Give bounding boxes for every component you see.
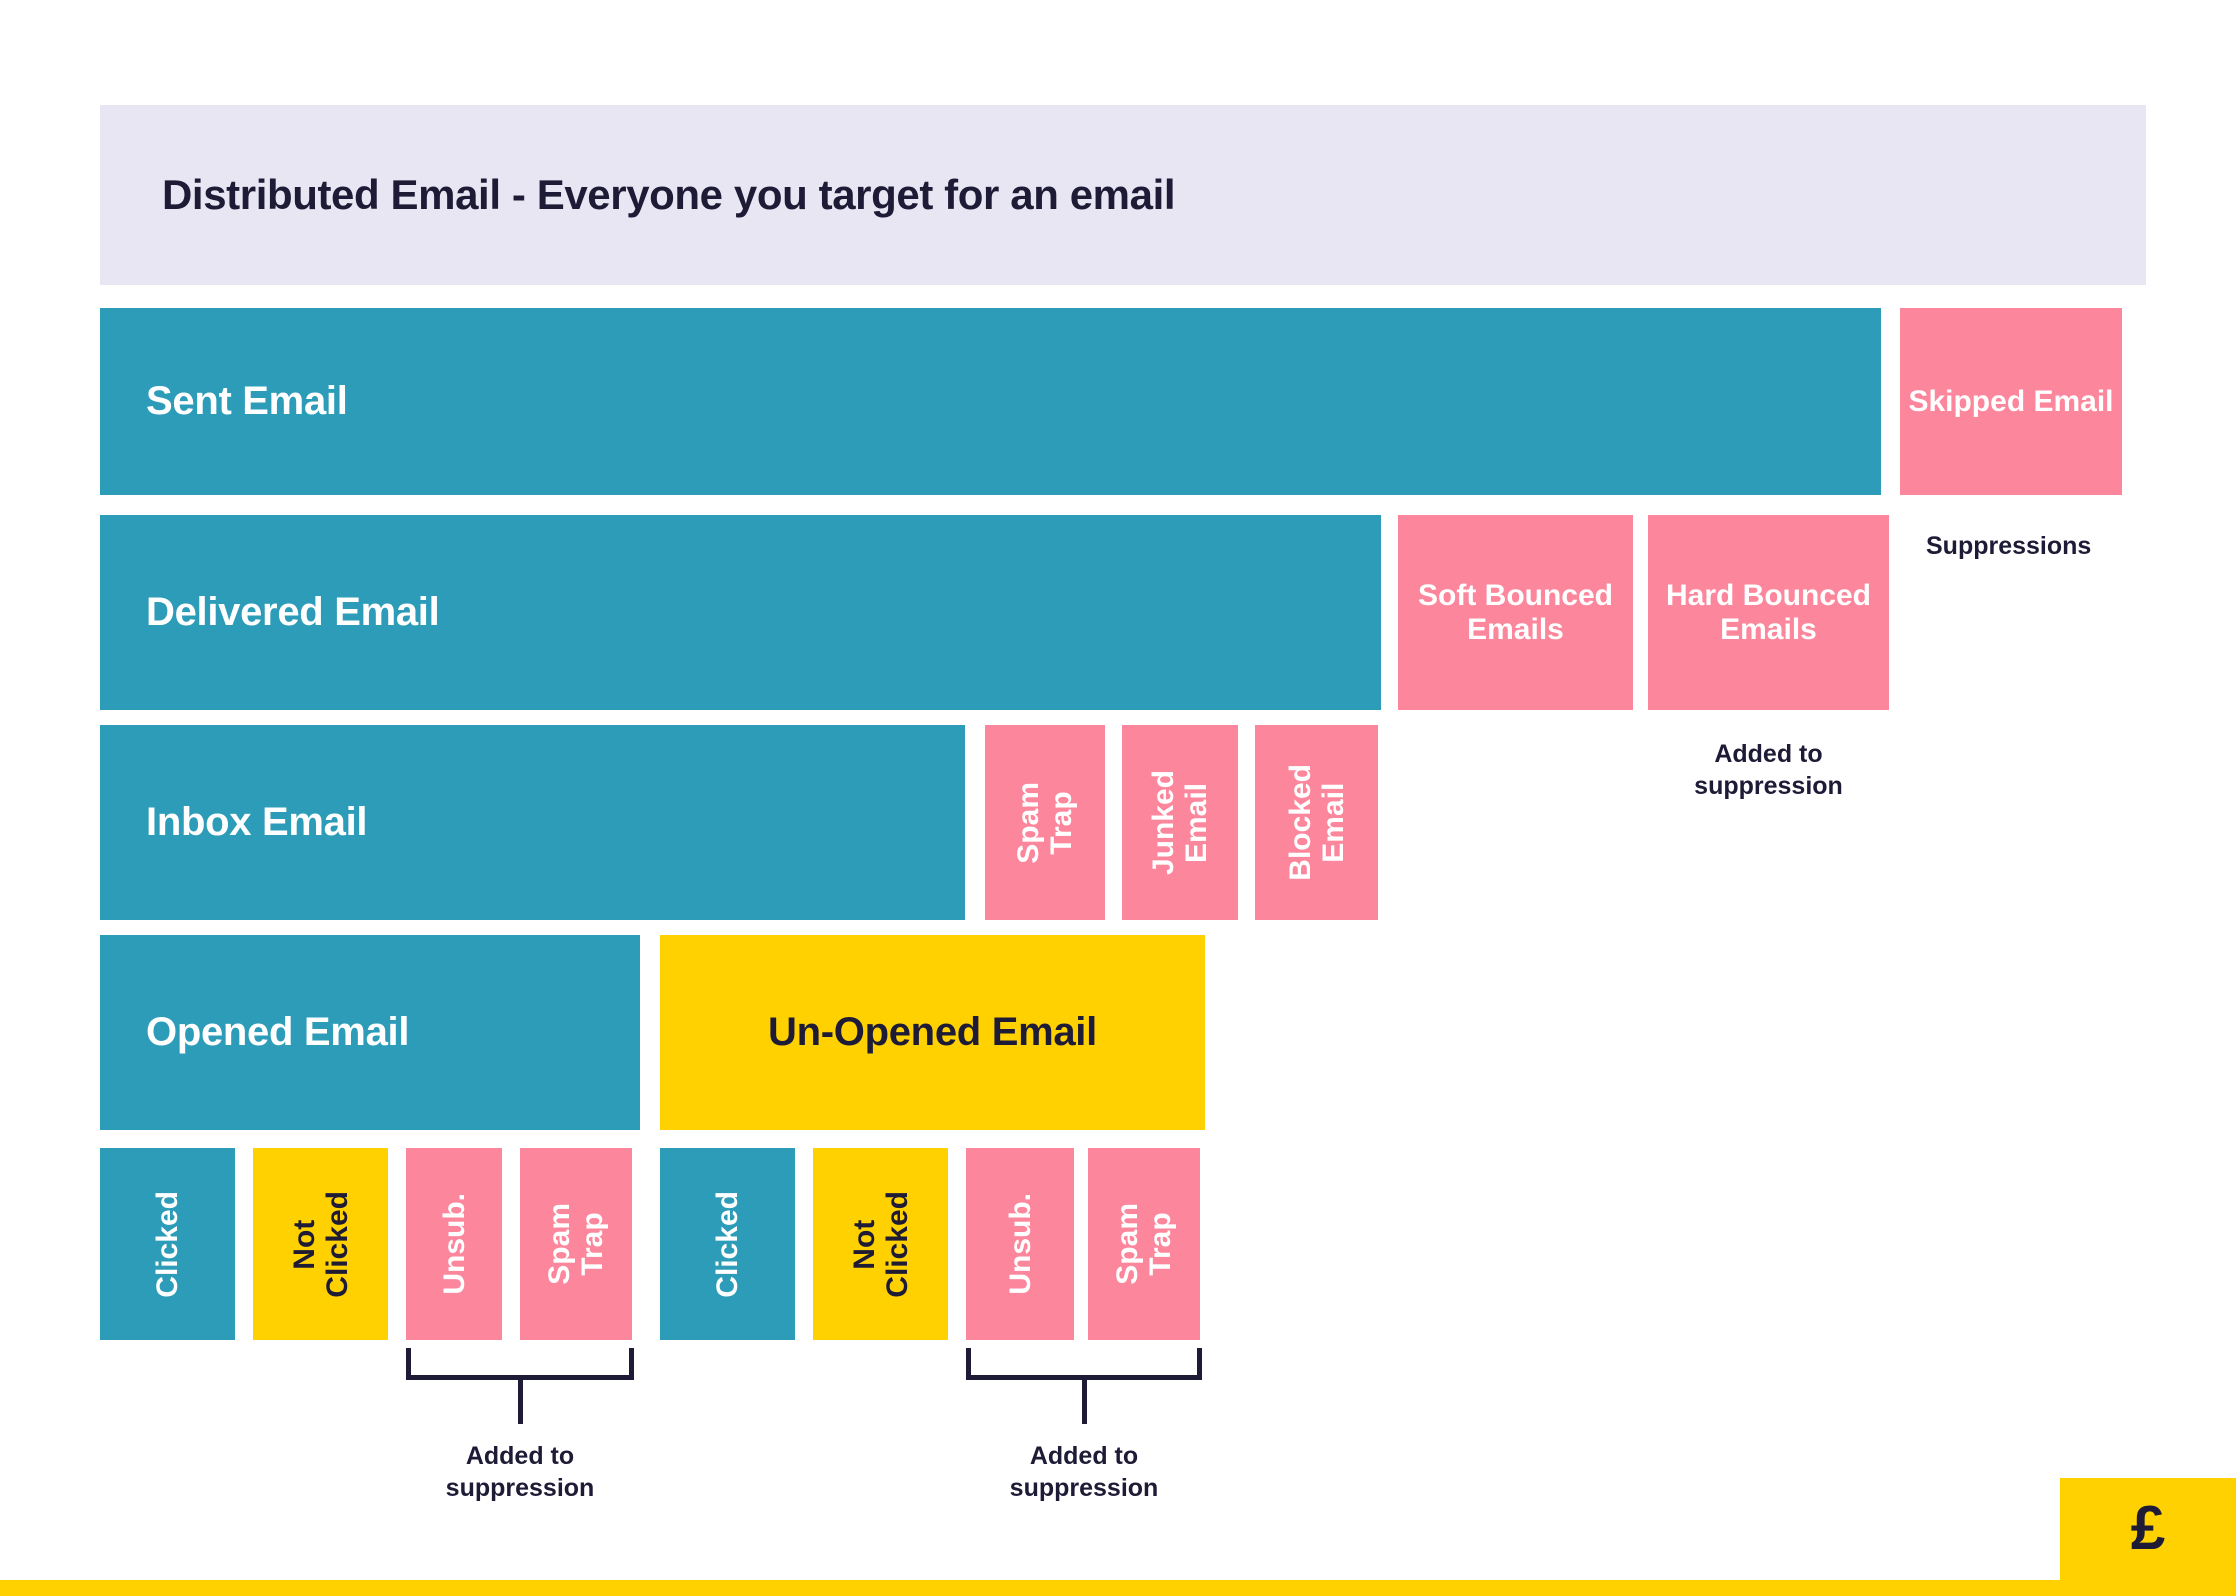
caption-added-to-suppression-unopened: Added to suppression [1009,1442,1159,1502]
funnel-block-un-opened-email: Un-Opened Email [660,935,1205,1130]
footer-accent-strip [0,1580,2236,1596]
funnel-block-label: Spam Trap [1111,1203,1177,1285]
funnel-block-label: Spam Trap [543,1203,609,1285]
brand-logo: £ [2060,1478,2236,1580]
funnel-block-label: Junked Email [1147,769,1213,876]
email-funnel-diagram: Distributed Email - Everyone you target … [0,0,2236,1596]
funnel-block-spam-trap-inbox: Spam Trap [985,725,1105,920]
funnel-block-blocked-email: Blocked Email [1255,725,1378,920]
caption-added-to-suppression-bounces: Added to suppression [1694,740,1843,800]
funnel-block-label: Unsub. [437,1193,471,1295]
funnel-block-label: Hard Bounced Emails [1665,578,1872,646]
funnel-block-label: Clicked [151,1190,184,1298]
funnel-block-label: Sent Email [146,379,348,423]
funnel-block-delivered-email: Delivered Email [100,515,1381,710]
funnel-block-unsub-opened: Unsub. [406,1148,502,1340]
funnel-block-label: Not Clicked [287,1190,354,1298]
funnel-block-unsub-unopened: Unsub. [966,1148,1074,1340]
funnel-block-label: Spam Trap [1012,781,1078,864]
page-title: Distributed Email - Everyone you target … [162,171,1176,218]
funnel-block-label: Not Clicked [847,1190,914,1298]
funnel-block-spam-trap-unopened: Spam Trap [1088,1148,1200,1340]
funnel-block-label: Soft Bounced Emails [1418,578,1613,646]
funnel-block-label: Clicked [711,1190,744,1298]
funnel-block-skipped-email: Skipped Email [1900,308,2122,495]
caption-suppressions: Suppressions [1926,532,2092,560]
funnel-block-clicked-unopened: Clicked [660,1148,795,1340]
funnel-block-junked-email: Junked Email [1122,725,1238,920]
funnel-block-label: Blocked Email [1283,764,1350,881]
funnel-block-label: Unsub. [1003,1193,1037,1295]
caption-added-to-suppression-opened: Added to suppression [445,1442,595,1502]
funnel-block-hard-bounced-emails: Hard Bounced Emails [1648,515,1889,710]
pound-sterling-icon: £ [2130,1494,2166,1563]
funnel-block-label: Inbox Email [146,800,368,844]
funnel-block-label: Delivered Email [146,590,440,634]
funnel-block-soft-bounced-emails: Soft Bounced Emails [1398,515,1633,710]
funnel-block-label: Opened Email [146,1010,410,1054]
funnel-block-sent-email: Sent Email [100,308,1881,495]
funnel-block-not-clicked-opened: Not Clicked [253,1148,388,1340]
diagram-header-band: Distributed Email - Everyone you target … [100,105,2146,285]
funnel-block-opened-email: Opened Email [100,935,640,1130]
funnel-block-not-clicked-unopened: Not Clicked [813,1148,948,1340]
funnel-block-label: Un-Opened Email [768,1010,1097,1054]
funnel-block-spam-trap-opened: Spam Trap [520,1148,632,1340]
bracket-added-to-suppression-unopened [966,1348,1202,1424]
bracket-added-to-suppression-opened [406,1348,634,1424]
funnel-block-inbox-email: Inbox Email [100,725,965,920]
funnel-block-label: Skipped Email [1908,384,2114,418]
funnel-block-clicked-opened: Clicked [100,1148,235,1340]
